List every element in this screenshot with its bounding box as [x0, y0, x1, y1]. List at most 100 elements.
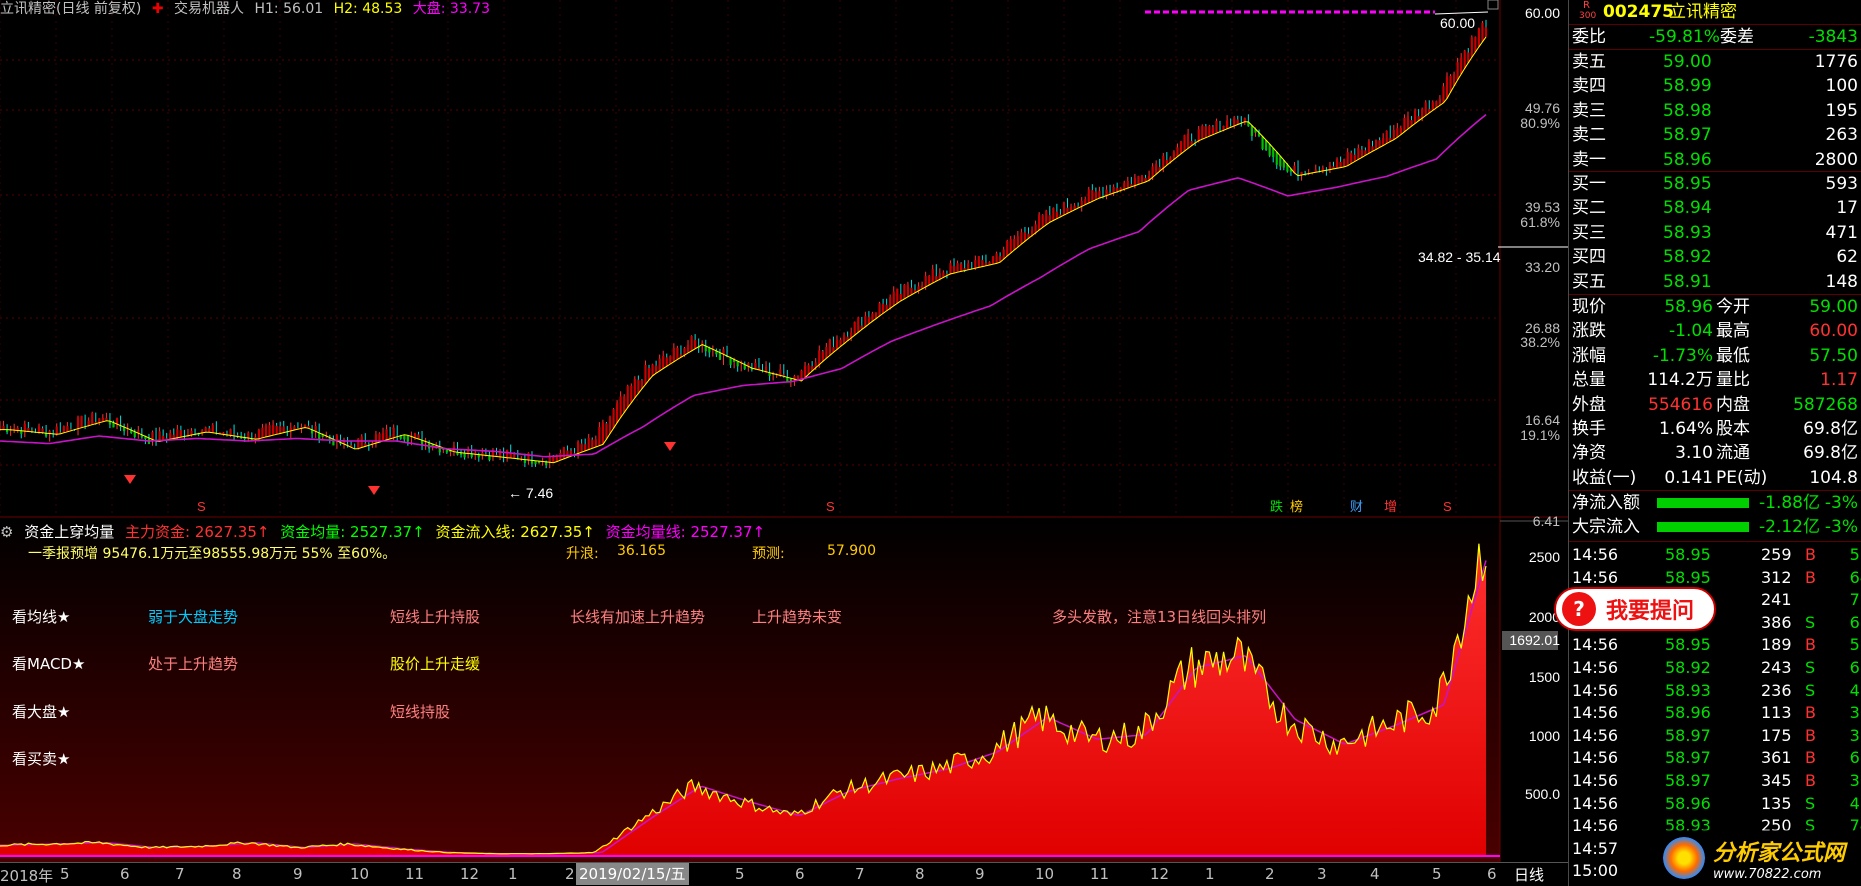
stat-value-2: 69.8亿 — [1803, 419, 1858, 439]
stock-title-row: R 300 002475 立讯精密 — [1569, 0, 1861, 24]
date-axis-label: 2 — [1265, 865, 1275, 883]
stat-row: 外盘 554616 内盘 587268 — [1569, 393, 1861, 417]
tick-row: 14:56 58.95 259 B 57 — [1569, 544, 1861, 567]
s-signal-icon: S — [197, 499, 206, 514]
price-axis-label: 38.2% — [1520, 334, 1560, 350]
wei-bi-value: -59.81% — [1649, 27, 1720, 47]
buy-row: 买三 58.93 471 — [1569, 221, 1861, 245]
date-axis-label: 7 — [855, 865, 865, 883]
indicator-header: ⚙ 资金上穿均量 主力资金: 2627.35↑ 资金均量: 2527.37↑ 资… — [0, 521, 771, 542]
price-axis-label: 39.53 — [1525, 199, 1560, 215]
wave-value: 36.165 — [617, 543, 666, 559]
indicator-gear-icon[interactable]: ⚙ — [0, 523, 13, 541]
date-axis-label: 9 — [293, 865, 303, 883]
block-inflow-row: 大宗流入 -2.12亿 -3% — [1569, 515, 1861, 539]
date-axis-label: 7 — [175, 865, 185, 883]
sell-level-label: 卖三 — [1572, 100, 1606, 121]
tick-count: 30 — [1849, 703, 1861, 723]
stat-value: 3.10 — [1675, 443, 1713, 464]
price-axis-label: 6.41 — [1533, 513, 1560, 529]
tick-volume: 243 — [1761, 658, 1792, 677]
buy-arrow-icon — [664, 442, 676, 451]
stat-label: 涨幅 — [1572, 345, 1606, 366]
stat-label: 换手 — [1572, 419, 1606, 439]
stat-row: 涨跌 -1.04 最高 60.00 — [1569, 319, 1861, 343]
stat-value-2: 104.8 — [1809, 467, 1858, 488]
row-market-label: 看大盘★ — [12, 703, 71, 721]
date-axis-label: 9 — [975, 865, 985, 883]
tick-row: 14:56 58.96 113 B 30 — [1569, 702, 1861, 725]
watermark-logo: 分析家公式网 www.70822.com — [1655, 830, 1861, 886]
sell-volume: 100 — [1825, 76, 1858, 97]
sell-row: 卖三 58.98 195 — [1569, 99, 1861, 123]
bull-comment: 多头发散，注意13日线回头排列 — [1052, 608, 1267, 626]
predict-value: 57.900 — [827, 543, 876, 559]
sell-price: 58.98 — [1663, 100, 1712, 121]
stat-label-2: 内盘 — [1716, 394, 1750, 415]
ask-question-button[interactable]: ? 我要提问 — [1554, 587, 1716, 631]
tick-row: 14:56 58.92 243 S 61 — [1569, 657, 1861, 680]
corner-box-icon — [1487, 0, 1499, 10]
price-axis-label: 49.76 — [1525, 100, 1560, 116]
stat-label: 涨跌 — [1572, 321, 1606, 342]
price-axis-label: 33.20 — [1525, 259, 1560, 275]
chart-header: 立讯精密(日线 前复权) ✚ 交易机器人 H1: 56.01 H2: 48.53… — [0, 0, 496, 18]
fund-avg-line-value: 资金均量线: 2527.37↑ — [605, 523, 766, 541]
h2-value: H2: 48.53 — [333, 1, 403, 17]
date-axis-label: 6 — [1487, 865, 1497, 883]
sell-volume: 263 — [1825, 125, 1858, 146]
stat-label-2: 最低 — [1716, 345, 1750, 366]
buy-level-label: 买五 — [1572, 271, 1606, 292]
sell-price: 59.00 — [1663, 52, 1712, 72]
chart-area[interactable]: 60.00 49.76 80.9% 39.53 61.8% 33.20 26.88 38.2%… — [0, 0, 1568, 886]
tick-volume: 361 — [1761, 748, 1792, 768]
indicator-title[interactable]: 资金上穿均量 — [24, 523, 114, 541]
buy-level-label: 买二 — [1572, 198, 1606, 219]
date-axis-label: 8 — [232, 865, 242, 883]
sell-level-label: 卖五 — [1572, 52, 1606, 72]
tick-time: 14:56 — [1572, 771, 1619, 790]
forecast-note: 一季报预增 95476.1万元至98555.98万元 55% 至60%。 — [28, 546, 397, 562]
wei-bi-label: 委比 — [1572, 27, 1606, 47]
date-axis-label: 1 — [508, 865, 518, 883]
indicator-axis-label: 1692.01 — [1509, 632, 1560, 648]
tick-time: 14:56 — [1572, 567, 1619, 587]
block-inflow-value: -2.12亿 — [1759, 517, 1820, 537]
tick-row: 14:56 58.97 175 B 35 — [1569, 725, 1861, 748]
stat-value-2: 60.00 — [1809, 321, 1858, 342]
tick-count: 43 — [1849, 680, 1861, 700]
block-inflow-label: 大宗流入 — [1572, 517, 1640, 537]
buy-volume: 148 — [1825, 271, 1858, 292]
tick-side: B — [1805, 725, 1816, 745]
indicator-axis-label: 500.0 — [1525, 786, 1560, 802]
date-axis-label: 4 — [1370, 865, 1380, 883]
buy-price: 58.92 — [1663, 247, 1712, 268]
robot-label[interactable]: 交易机器人 — [174, 1, 244, 17]
sell-volume: 195 — [1825, 100, 1858, 121]
sell-row: 卖一 58.96 2800 — [1569, 148, 1861, 172]
stat-value: 114.2万 — [1647, 370, 1713, 391]
tick-side: B — [1805, 703, 1816, 723]
date-axis-label: 3 — [1317, 865, 1327, 883]
tick-volume: 241 — [1761, 590, 1792, 610]
predict-label: 预测: — [752, 546, 785, 562]
stat-row: 换手 1.64% 股本 69.8亿 — [1569, 417, 1861, 441]
stat-row: 总量 114.2万 量比 1.17 — [1569, 368, 1861, 392]
tick-row: 14:56 58.95 312 B 64 — [1569, 567, 1861, 590]
buy-arrow-icon — [124, 475, 136, 484]
stat-value-2: 69.8亿 — [1803, 443, 1858, 464]
buy-volume: 471 — [1825, 222, 1858, 243]
date-axis[interactable]: 2018年56789101112123456789101112123456 — [0, 862, 1568, 886]
date-axis-label: 5 — [735, 865, 745, 883]
period-label[interactable]: 日线 — [1514, 864, 1544, 885]
stat-label: 净资 — [1572, 443, 1606, 464]
date-axis-label: 12 — [1150, 865, 1170, 883]
tick-side: B — [1805, 635, 1816, 655]
buy-row: 买五 58.91 148 — [1569, 270, 1861, 294]
tick-count: 30 — [1849, 771, 1861, 790]
row-ma-label: 看均线★ — [12, 608, 71, 626]
long-ma-line — [0, 113, 1487, 458]
price-chart-svg[interactable]: 60.0049.7680.9%39.5361.8%33.2026.8838.2%… — [0, 0, 1568, 862]
stock-period-title[interactable]: 立讯精密(日线 前复权) — [0, 1, 141, 17]
tick-price: 58.95 — [1665, 567, 1711, 587]
